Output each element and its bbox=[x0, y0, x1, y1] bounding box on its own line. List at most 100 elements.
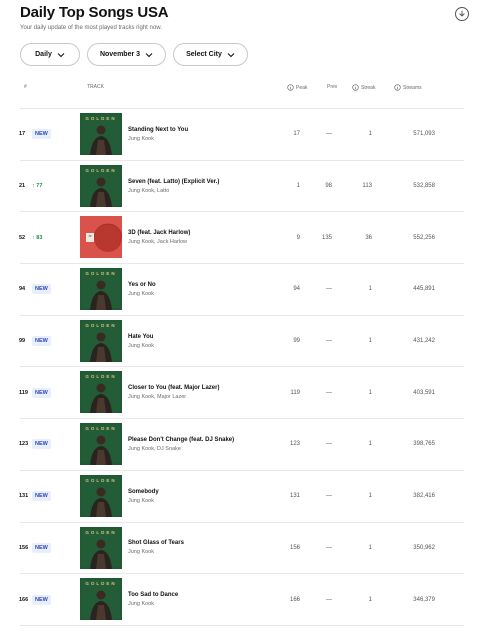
peak-value: 1 bbox=[296, 183, 300, 190]
track-title[interactable]: Please Don't Change (feat. DJ Snake) bbox=[128, 437, 288, 443]
svg-text:3D: 3D bbox=[88, 235, 91, 238]
prev-value: — bbox=[326, 131, 332, 138]
date-label: November 3 bbox=[99, 51, 141, 58]
album-cover[interactable]: GOLDEN bbox=[80, 423, 122, 466]
chevron-down-icon bbox=[57, 52, 65, 57]
album-cover[interactable]: GOLDEN bbox=[80, 474, 122, 517]
streams-value: 346,379 bbox=[413, 596, 435, 603]
download-icon[interactable] bbox=[455, 7, 469, 21]
movement-label: NEW bbox=[32, 336, 51, 347]
table-row[interactable]: 123 NEW GOLDEN Please Don't Change (feat… bbox=[19, 419, 464, 471]
svg-text:GOLDEN: GOLDEN bbox=[85, 478, 116, 483]
table-row[interactable]: 52 ↑ 83 3D 3D (feat. Jack Harlow) Jung K… bbox=[19, 212, 464, 265]
track-info: Yes or No Jung Kook bbox=[128, 264, 288, 315]
svg-text:GOLDEN: GOLDEN bbox=[85, 168, 116, 173]
track-artist[interactable]: Jung Kook, Major Lazer bbox=[128, 394, 288, 400]
streams-value: 431,242 bbox=[413, 338, 435, 345]
streams-value: 382,416 bbox=[413, 493, 435, 500]
album-cover[interactable]: GOLDEN bbox=[80, 113, 122, 155]
track-info: Hate You Jung Kook bbox=[128, 316, 288, 367]
album-cover[interactable]: GOLDEN bbox=[80, 371, 122, 414]
track-title[interactable]: Standing Next to You bbox=[128, 127, 288, 133]
track-title[interactable]: 3D (feat. Jack Harlow) bbox=[128, 230, 288, 236]
svg-text:GOLDEN: GOLDEN bbox=[85, 581, 116, 586]
table-row[interactable]: 94 NEW GOLDEN Yes or No Jung Kook 94 — 1… bbox=[19, 264, 464, 316]
movement-label: NEW bbox=[32, 542, 51, 553]
peak-value: 9 bbox=[296, 234, 300, 241]
streak-value: 113 bbox=[362, 183, 372, 190]
prev-value: — bbox=[326, 286, 332, 293]
date-dropdown[interactable]: November 3 bbox=[87, 43, 166, 66]
track-info: Closer to You (feat. Major Lazer) Jung K… bbox=[128, 367, 288, 418]
movement-label: NEW bbox=[32, 129, 51, 140]
peak-value: 17 bbox=[293, 131, 300, 138]
movement-badge: NEW bbox=[32, 574, 51, 625]
streams-value: 350,962 bbox=[413, 544, 435, 551]
streams-value: 532,858 bbox=[413, 183, 435, 190]
chevron-down-icon bbox=[145, 52, 153, 57]
album-cover[interactable]: GOLDEN bbox=[80, 578, 122, 621]
info-icon bbox=[394, 84, 401, 91]
table-row[interactable]: 21 ↑ 77 GOLDEN Seven (feat. Latto) (Expl… bbox=[19, 161, 464, 213]
track-title[interactable]: Closer to You (feat. Major Lazer) bbox=[128, 385, 288, 391]
prev-value: — bbox=[326, 493, 332, 500]
table-row[interactable]: 99 NEW GOLDEN Hate You Jung Kook 99 — 1 … bbox=[19, 316, 464, 368]
city-dropdown[interactable]: Select City bbox=[173, 43, 248, 66]
movement-badge: NEW bbox=[32, 109, 51, 160]
album-cover[interactable]: GOLDEN bbox=[80, 164, 122, 207]
track-info: Seven (feat. Latto) (Explicit Ver.) Jung… bbox=[128, 161, 288, 212]
streak-value: 1 bbox=[368, 596, 372, 603]
period-dropdown[interactable]: Daily bbox=[20, 43, 80, 66]
movement-badge: NEW bbox=[32, 264, 51, 315]
column-track: TRACK bbox=[87, 84, 104, 90]
track-artist[interactable]: Jung Kook, Jack Harlow bbox=[128, 239, 288, 245]
track-title[interactable]: Somebody bbox=[128, 489, 288, 495]
streak-value: 1 bbox=[368, 441, 372, 448]
track-artist[interactable]: Jung Kook bbox=[128, 343, 288, 349]
table-row[interactable]: 166 NEW GOLDEN Too Sad to Dance Jung Koo… bbox=[19, 574, 464, 626]
svg-text:GOLDEN: GOLDEN bbox=[85, 271, 116, 276]
streams-value: 403,591 bbox=[413, 389, 435, 396]
track-artist[interactable]: Jung Kook bbox=[128, 601, 288, 607]
chart-table: 17 NEW GOLDEN Standing Next to You Jung … bbox=[0, 109, 480, 626]
track-title[interactable]: Too Sad to Dance bbox=[128, 592, 288, 598]
peak-value: 123 bbox=[289, 441, 300, 448]
table-row[interactable]: 156 NEW GOLDEN Shot Glass of Tears Jung … bbox=[19, 523, 464, 575]
movement-badge: NEW bbox=[32, 471, 51, 522]
streams-value: 552,256 bbox=[413, 234, 435, 241]
movement-label: NEW bbox=[32, 439, 51, 450]
movement-label: NEW bbox=[32, 387, 51, 398]
table-row[interactable]: 131 NEW GOLDEN Somebody Jung Kook 131 — … bbox=[19, 471, 464, 523]
album-cover[interactable]: GOLDEN bbox=[80, 268, 122, 311]
table-row[interactable]: 119 NEW GOLDEN Closer to You (feat. Majo… bbox=[19, 367, 464, 420]
movement-label: NEW bbox=[32, 594, 51, 605]
track-artist[interactable]: Jung Kook bbox=[128, 291, 288, 297]
streak-value: 1 bbox=[368, 544, 372, 551]
track-title[interactable]: Hate You bbox=[128, 334, 288, 340]
track-artist[interactable]: Jung Kook, DJ Snake bbox=[128, 446, 288, 452]
prev-value: — bbox=[326, 544, 332, 551]
album-cover[interactable]: GOLDEN bbox=[80, 319, 122, 362]
table-header: # TRACK Peak Prev Streak Streams bbox=[0, 84, 480, 96]
streak-value: 1 bbox=[368, 286, 372, 293]
streak-value: 1 bbox=[368, 338, 372, 345]
peak-value: 99 bbox=[293, 338, 300, 345]
track-title[interactable]: Shot Glass of Tears bbox=[128, 540, 288, 546]
filter-bar: Daily November 3 Select City bbox=[20, 43, 248, 66]
movement-badge: ↑ 83 bbox=[32, 212, 42, 263]
track-info: Somebody Jung Kook bbox=[128, 471, 288, 522]
track-artist[interactable]: Jung Kook bbox=[128, 136, 288, 142]
track-title[interactable]: Seven (feat. Latto) (Explicit Ver.) bbox=[128, 179, 288, 185]
track-title[interactable]: Yes or No bbox=[128, 282, 288, 288]
streams-value: 445,891 bbox=[413, 286, 435, 293]
column-streak[interactable]: Streak bbox=[352, 84, 375, 91]
track-artist[interactable]: Jung Kook bbox=[128, 549, 288, 555]
column-streams[interactable]: Streams bbox=[394, 84, 422, 91]
column-peak[interactable]: Peak bbox=[287, 84, 307, 91]
album-cover[interactable]: GOLDEN bbox=[80, 526, 122, 569]
album-cover[interactable]: 3D bbox=[80, 216, 122, 259]
movement-badge: NEW bbox=[32, 367, 51, 418]
track-artist[interactable]: Jung Kook, Latto bbox=[128, 188, 288, 194]
table-row[interactable]: 17 NEW GOLDEN Standing Next to You Jung … bbox=[19, 109, 464, 161]
track-artist[interactable]: Jung Kook bbox=[128, 498, 288, 504]
